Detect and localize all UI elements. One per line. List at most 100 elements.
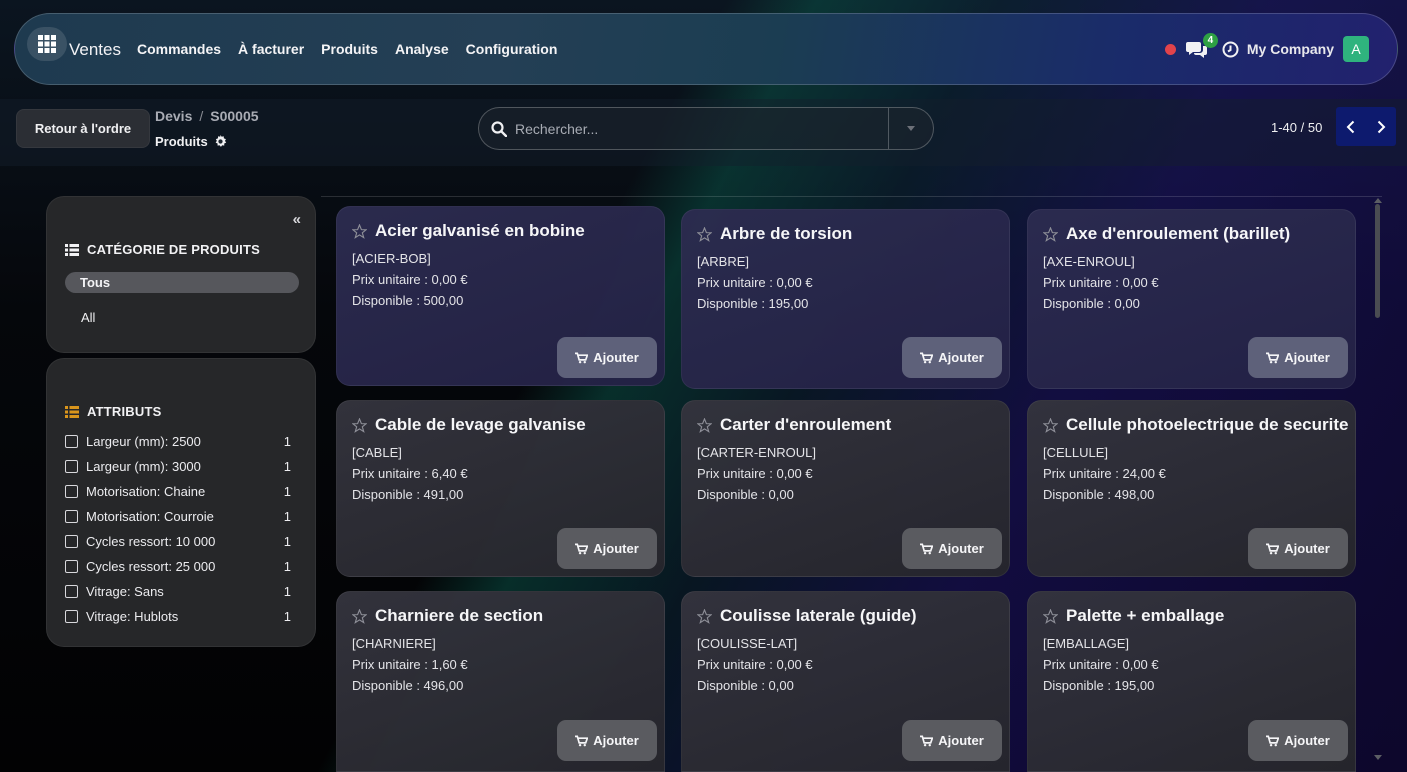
- add-product-button[interactable]: Ajouter: [902, 528, 1002, 569]
- product-ref: [CHARNIERE]: [352, 636, 436, 651]
- pager-previous-button[interactable]: [1336, 107, 1366, 146]
- app-name[interactable]: Ventes: [69, 40, 121, 60]
- product-card[interactable]: Axe d'enroulement (barillet) [AXE-ENROUL…: [1027, 209, 1356, 389]
- page-title: Produits: [155, 134, 227, 149]
- add-button-label: Ajouter: [593, 350, 639, 365]
- add-product-button[interactable]: Ajouter: [1248, 720, 1348, 761]
- attribute-filter[interactable]: Motorisation: Chaine 1: [65, 481, 291, 501]
- attribute-count: 1: [283, 483, 291, 499]
- app-menu-button[interactable]: [27, 27, 67, 61]
- menu-item-analyse[interactable]: Analyse: [395, 41, 449, 57]
- pager-next-button[interactable]: [1366, 107, 1396, 146]
- star-icon[interactable]: [697, 227, 712, 242]
- checkbox[interactable]: [65, 484, 78, 498]
- scroll-up-arrow[interactable]: [1374, 198, 1382, 203]
- gear-icon[interactable]: [214, 135, 227, 148]
- chevron-right-icon: [1377, 120, 1386, 133]
- star-icon[interactable]: [697, 418, 712, 433]
- checkbox[interactable]: [65, 534, 78, 548]
- attribute-panel-title: ATTRIBUTS: [65, 404, 162, 419]
- search-options-toggle[interactable]: [888, 108, 933, 149]
- star-icon[interactable]: [1043, 227, 1058, 242]
- star-icon[interactable]: [352, 224, 367, 239]
- attribute-filter[interactable]: Cycles ressort: 10 000 1: [65, 531, 291, 551]
- category-item-all[interactable]: All: [81, 310, 95, 325]
- star-icon[interactable]: [1043, 609, 1058, 624]
- attribute-filter[interactable]: Largeur (mm): 2500 1: [65, 431, 291, 451]
- menu-item-configuration[interactable]: Configuration: [466, 41, 558, 57]
- list-icon: [65, 243, 79, 256]
- attribute-count: 1: [283, 583, 291, 599]
- attribute-label: Cycles ressort: 25 000: [86, 558, 216, 574]
- add-product-button[interactable]: Ajouter: [1248, 528, 1348, 569]
- attribute-label: Motorisation: Chaine: [86, 483, 206, 499]
- company-switcher[interactable]: My Company: [1247, 41, 1334, 57]
- checkbox[interactable]: [65, 459, 78, 473]
- add-product-button[interactable]: Ajouter: [902, 720, 1002, 761]
- attribute-filter[interactable]: Largeur (mm): 3000 1: [65, 456, 291, 476]
- scroll-down-arrow[interactable]: [1374, 755, 1382, 760]
- add-button-label: Ajouter: [1284, 541, 1330, 556]
- attribute-filter[interactable]: Vitrage: Hublots 1: [65, 606, 291, 626]
- status-indicator[interactable]: [1164, 43, 1176, 55]
- breadcrumb-order[interactable]: S00005: [210, 108, 258, 124]
- attribute-filter[interactable]: Motorisation: Courroie 1: [65, 506, 291, 526]
- cart-icon: [920, 543, 934, 554]
- product-card[interactable]: Palette + emballage [EMBALLAGE] Prix uni…: [1027, 591, 1356, 772]
- product-stock: Disponible : 0,00: [697, 487, 794, 502]
- breadcrumb-devis[interactable]: Devis: [155, 108, 192, 124]
- menu-item-commandes[interactable]: Commandes: [137, 41, 221, 57]
- star-icon[interactable]: [352, 609, 367, 624]
- attribute-count: 1: [283, 458, 291, 474]
- star-icon[interactable]: [697, 609, 712, 624]
- add-product-button[interactable]: Ajouter: [557, 337, 657, 378]
- user-avatar[interactable]: A: [1343, 36, 1369, 62]
- checkbox[interactable]: [65, 509, 78, 523]
- attribute-filter[interactable]: Vitrage: Sans 1: [65, 581, 291, 601]
- product-card[interactable]: Cable de levage galvanise [CABLE] Prix u…: [336, 400, 665, 577]
- product-card[interactable]: Acier galvanisé en bobine [ACIER-BOB] Pr…: [336, 206, 665, 386]
- star-icon[interactable]: [1043, 418, 1058, 433]
- back-to-order-button[interactable]: Retour à l'ordre: [16, 109, 150, 148]
- add-product-button[interactable]: Ajouter: [557, 528, 657, 569]
- checkbox[interactable]: [65, 609, 78, 623]
- search-icon: [491, 121, 507, 137]
- add-product-button[interactable]: Ajouter: [902, 337, 1002, 378]
- search-input[interactable]: [515, 108, 887, 149]
- product-ref: [EMBALLAGE]: [1043, 636, 1129, 651]
- add-button-label: Ajouter: [938, 541, 984, 556]
- add-product-button[interactable]: Ajouter: [1248, 337, 1348, 378]
- category-item-tous[interactable]: Tous: [65, 272, 299, 293]
- chevron-left-icon: [1346, 120, 1355, 133]
- product-name: Charniere de section: [375, 606, 544, 625]
- product-price: Prix unitaire : 0,00 €: [1043, 657, 1159, 672]
- star-icon[interactable]: [352, 418, 367, 433]
- scrollbar-thumb[interactable]: [1375, 204, 1380, 318]
- product-name: Axe d'enroulement (barillet): [1066, 224, 1291, 243]
- product-card[interactable]: Coulisse laterale (guide) [COULISSE-LAT]…: [681, 591, 1010, 772]
- product-stock: Disponible : 195,00: [697, 296, 809, 311]
- product-card[interactable]: Carter d'enroulement [CARTER-ENROUL] Pri…: [681, 400, 1010, 577]
- clock-icon[interactable]: [1222, 41, 1239, 58]
- product-ref: [CABLE]: [352, 445, 402, 460]
- checkbox[interactable]: [65, 584, 78, 598]
- collapse-sidebar-icon[interactable]: «: [293, 211, 301, 228]
- menu-item-produits[interactable]: Produits: [321, 41, 378, 57]
- product-card[interactable]: Cellule photoelectrique de securite [CEL…: [1027, 400, 1356, 577]
- attribute-count: 1: [283, 558, 291, 574]
- product-price: Prix unitaire : 0,00 €: [697, 657, 813, 672]
- attribute-filter[interactable]: Cycles ressort: 25 000 1: [65, 556, 291, 576]
- checkbox[interactable]: [65, 434, 78, 448]
- product-card[interactable]: Charniere de section [CHARNIERE] Prix un…: [336, 591, 665, 772]
- attribute-panel: ATTRIBUTS Largeur (mm): 2500 1 Largeur (m…: [46, 358, 316, 647]
- product-price: Prix unitaire : 1,60 €: [352, 657, 468, 672]
- pager-value[interactable]: 1-40 / 50: [1271, 120, 1322, 135]
- product-stock: Disponible : 491,00: [352, 487, 464, 502]
- add-product-button[interactable]: Ajouter: [557, 720, 657, 761]
- category-panel-title: CATÉGORIE DE PRODUITS: [65, 242, 260, 257]
- checkbox[interactable]: [65, 559, 78, 573]
- product-card[interactable]: Arbre de torsion [ARBRE] Prix unitaire :…: [681, 209, 1010, 389]
- search-bar: [478, 107, 934, 150]
- messaging-button[interactable]: 4: [1185, 33, 1218, 59]
- menu-item-a-facturer[interactable]: À facturer: [238, 41, 304, 57]
